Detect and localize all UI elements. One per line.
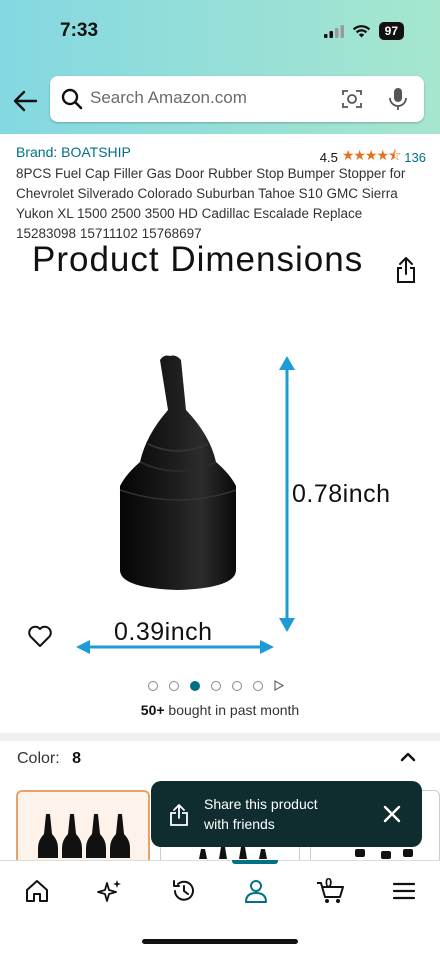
cart-count: 0 <box>325 875 333 890</box>
height-label: 0.78inch <box>292 480 391 508</box>
image-gallery[interactable]: Product Dimensions 0.78inch 0.39inch 50+… <box>0 240 440 718</box>
wifi-icon <box>352 25 370 38</box>
play-icon[interactable] <box>274 680 284 691</box>
color-label: Color: <box>17 750 60 767</box>
back-arrow-icon[interactable] <box>12 88 38 114</box>
bottom-nav: 0 <box>0 860 440 953</box>
color-value: 8 <box>72 750 82 767</box>
chevron-up-icon[interactable] <box>398 748 418 766</box>
brand-link[interactable]: Brand: BOATSHIP <box>16 144 131 160</box>
bought-past-month: 50+ bought in past month <box>0 702 440 718</box>
search-input[interactable] <box>90 88 320 108</box>
sparkle-icon[interactable] <box>96 877 124 905</box>
color-selector: Color: 8 <box>17 750 81 768</box>
menu-icon[interactable] <box>390 877 418 905</box>
carousel-dot[interactable] <box>211 680 221 691</box>
carousel-dot[interactable] <box>148 680 158 691</box>
status-icons: 97 <box>323 22 404 40</box>
carousel-dot[interactable] <box>232 680 242 691</box>
rating-value: 4.5 <box>319 149 338 165</box>
history-icon[interactable] <box>170 877 198 905</box>
carousel-dot-active[interactable] <box>190 680 200 691</box>
nav-active-indicator <box>232 860 278 864</box>
swatch-image <box>38 814 130 858</box>
home-icon[interactable] <box>23 877 51 905</box>
bought-count: 50+ <box>140 702 165 718</box>
product-title: 8PCS Fuel Cap Filler Gas Door Rubber Sto… <box>16 166 406 241</box>
color-swatch-selected[interactable] <box>16 790 150 870</box>
product-image <box>76 355 295 654</box>
home-indicator <box>142 939 298 944</box>
share-icon <box>170 804 188 826</box>
heart-icon[interactable] <box>27 624 53 648</box>
signal-icon <box>323 24 344 38</box>
header: 7:33 97 <box>0 0 440 134</box>
carousel-dots <box>148 680 284 691</box>
close-icon[interactable] <box>382 804 402 824</box>
rating-count[interactable]: 136 <box>404 150 426 165</box>
section-divider <box>0 733 440 741</box>
carousel-dot[interactable] <box>169 680 179 691</box>
carousel-dot[interactable] <box>253 680 263 691</box>
search-icon <box>61 88 83 110</box>
bought-text: bought in past month <box>164 702 300 718</box>
search-bar[interactable] <box>50 76 424 122</box>
toast-text: Share this product with friends <box>204 796 318 832</box>
battery-indicator: 97 <box>378 22 404 40</box>
status-time: 7:33 <box>60 20 99 41</box>
microphone-icon[interactable] <box>386 86 410 112</box>
account-icon[interactable] <box>242 877 270 905</box>
share-toast[interactable]: Share this product with friends <box>151 781 422 847</box>
width-label: 0.39inch <box>114 618 213 646</box>
camera-lens-icon[interactable] <box>340 87 364 111</box>
brand-rating-row: Brand: BOATSHIP 4.5 ★★★★⯪ 136 <box>16 144 426 165</box>
